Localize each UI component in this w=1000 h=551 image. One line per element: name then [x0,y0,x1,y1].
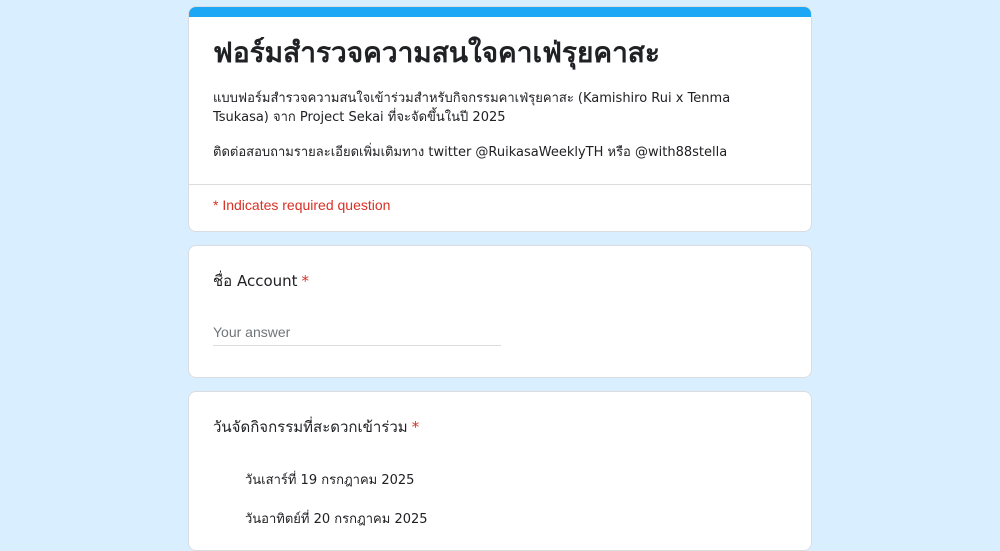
required-star: * [301,272,310,290]
date-option-list: วันเสาร์ที่ 19 กรกฎาคม 2025 วันอาทิตย์ที… [213,460,787,538]
header-accent-bar [189,7,811,17]
form-description-line2: ติดต่อสอบถามรายละเอียดเพิ่มเติมทาง twitt… [213,145,728,160]
required-question-note: * Indicates required question [213,197,391,213]
question-title-account: ชื่อ Account * [213,270,787,292]
question-card-event-date: วันจัดกิจกรรมที่สะดวกเข้าร่วม * วันเสาร์ท… [188,391,812,551]
header-body: ฟอร์มสำรวจความสนใจคาเฟ่รุยคาสะ แบบฟอร์มส… [189,17,811,185]
date-option-sunday[interactable]: วันอาทิตย์ที่ 20 กรกฎาคม 2025 [245,499,787,538]
option-label: วันเสาร์ที่ 19 กรกฎาคม 2025 [245,473,415,488]
date-option-saturday[interactable]: วันเสาร์ที่ 19 กรกฎาคม 2025 [245,460,787,499]
question-title-text: วันจัดกิจกรรมที่สะดวกเข้าร่วม [213,418,408,436]
question-title-text: ชื่อ Account [213,272,298,290]
required-star: * [411,418,420,436]
form-description-line1: แบบฟอร์มสำรวจความสนใจเข้าร่วมสำหรับกิจกร… [213,91,731,125]
form-column: ฟอร์มสำรวจความสนใจคาเฟ่รุยคาสะ แบบฟอร์มส… [188,6,812,551]
question-title-event-date: วันจัดกิจกรรมที่สะดวกเข้าร่วม * [213,416,787,438]
account-name-input[interactable] [213,320,501,346]
option-label: วันอาทิตย์ที่ 20 กรกฎาคม 2025 [245,512,428,527]
question-card-account: ชื่อ Account * [188,245,812,378]
form-header-card: ฟอร์มสำรวจความสนใจคาเฟ่รุยคาสะ แบบฟอร์มส… [188,6,812,232]
form-title: ฟอร์มสำรวจความสนใจคาเฟ่รุยคาสะ [213,36,660,69]
